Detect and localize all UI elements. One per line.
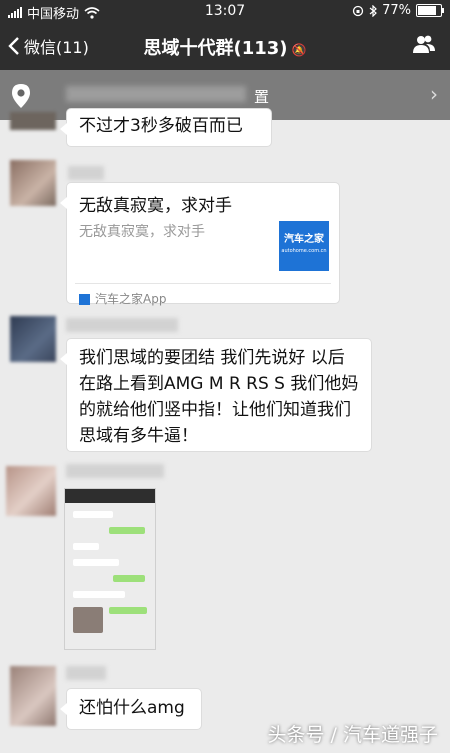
- group-members-icon: [413, 35, 435, 53]
- logo-text: 汽车之家: [284, 234, 324, 245]
- thumbnail-bubble: [73, 511, 113, 518]
- thumbnail-header: [65, 489, 155, 503]
- status-bar: 中国移动 13:07 77%: [0, 0, 450, 22]
- logo-subtext: autohome.com.cn: [281, 248, 327, 254]
- image-message[interactable]: [64, 488, 156, 650]
- rotation-lock-icon: [352, 5, 364, 16]
- thumbnail-bubble: [109, 607, 147, 614]
- sender-name: [66, 666, 106, 680]
- blurred-text: [66, 86, 246, 102]
- avatar[interactable]: [10, 112, 56, 130]
- chat-title-text: 思域十代群(113): [143, 38, 288, 59]
- location-pin-icon: [12, 84, 30, 108]
- message-text: 不过才3秒多破百而已: [79, 116, 243, 136]
- thumbnail-photo: [73, 607, 103, 633]
- chat-title: 思域十代群(113) 🔕: [0, 34, 450, 60]
- card-description: 无敌真寂寞，求对手: [79, 224, 205, 240]
- message-bubble[interactable]: 我们思域的要团结 我们先说好 以后在路上看到AMG M R RS S 我们他妈的…: [60, 338, 372, 452]
- bluetooth-icon: [369, 4, 377, 17]
- link-card[interactable]: 无敌真寂寞，求对手 无敌真寂寞，求对手 汽车之家 autohome.com.cn …: [60, 182, 340, 306]
- message-bubble[interactable]: 还怕什么amg: [60, 688, 202, 730]
- card-source-label: 汽车之家App: [95, 292, 167, 306]
- message-text: 还怕什么amg: [79, 698, 185, 718]
- battery-percent: 77%: [382, 3, 411, 18]
- sender-name: [66, 464, 164, 478]
- avatar[interactable]: [10, 316, 56, 362]
- card-title: 无敌真寂寞，求对手: [79, 196, 232, 216]
- avatar[interactable]: [6, 466, 56, 516]
- mute-icon: 🔕: [291, 43, 307, 57]
- divider: [75, 283, 331, 284]
- thumbnail-bubble: [73, 559, 119, 566]
- sender-name: [68, 166, 104, 180]
- thumbnail-bubble: [113, 575, 145, 582]
- thumbnail-bubble: [73, 543, 99, 550]
- battery-icon: [416, 4, 444, 17]
- thumbnail-bubble: [73, 591, 125, 598]
- avatar[interactable]: [10, 666, 56, 726]
- watermark: 头条号 / 汽车道强子: [267, 724, 438, 746]
- app-icon: [79, 293, 90, 305]
- message-bubble[interactable]: 不过才3秒多破百而已: [60, 108, 272, 147]
- chevron-right-icon: ›: [430, 82, 438, 106]
- thumbnail-bubble: [109, 527, 145, 534]
- message-text: 我们思域的要团结 我们先说好 以后在路上看到AMG M R RS S 我们他妈的…: [79, 348, 359, 446]
- sender-name: [66, 318, 178, 332]
- avatar[interactable]: [10, 160, 56, 206]
- card-source: 汽车之家App: [79, 286, 166, 312]
- chat-header: 微信(11) 思域十代群(113) 🔕: [0, 22, 450, 70]
- autohome-logo: 汽车之家 autohome.com.cn: [279, 221, 329, 271]
- location-banner-text: 置: [254, 88, 270, 106]
- group-members-button[interactable]: [412, 34, 436, 58]
